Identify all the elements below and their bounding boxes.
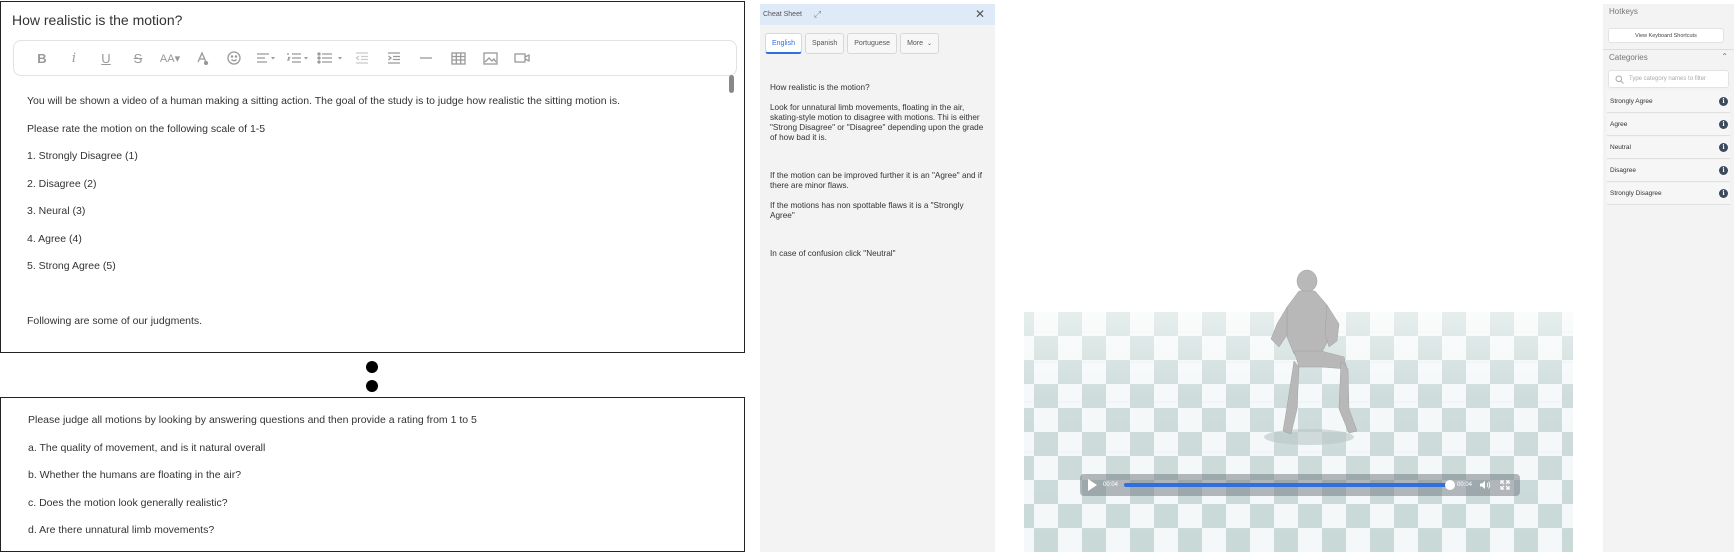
chevron-down-icon: ⌄ [927,41,933,47]
editor-content[interactable]: You will be shown a video of a human mak… [27,95,717,344]
underline-icon[interactable]: U [90,45,122,71]
cheat-paragraph: Look for unnatural limb movements, float… [770,103,984,142]
cheat-sheet-header: Cheat Sheet ⤢ ✕ [760,4,995,25]
outdent-icon[interactable] [346,45,378,71]
video-controls: 00:04 00:04 [1080,474,1520,496]
cheat-paragraph: If the motions has non spottable flaws i… [770,201,964,220]
category-search-input[interactable]: Type category names to filter [1608,70,1729,88]
cheat-sheet-title: Cheat Sheet [763,11,802,18]
image-icon[interactable] [474,45,506,71]
bold-icon[interactable]: B [26,45,58,71]
editor-paragraph: Following are some of our judgments. [27,315,203,327]
category-agree[interactable]: Agree i [1607,114,1730,136]
cheat-paragraph: How realistic is the motion? [770,83,870,92]
emoji-icon[interactable] [218,45,250,71]
tab-portuguese[interactable]: Portuguese [847,33,898,54]
editor-paragraph: 3. Neural (3) [27,205,86,217]
volume-icon[interactable] [1478,479,1492,491]
hotkeys-title: Hotkeys [1609,7,1638,16]
category-label: Strongly Disagree [1610,190,1662,197]
editor-toolbar: B i U S AA▾ [13,40,737,76]
progress-bar[interactable] [1124,480,1455,490]
bullet-list-icon[interactable] [314,45,346,71]
current-time: 00:04 [1103,482,1119,488]
info-icon[interactable]: i [1719,120,1728,129]
lower-paragraph: d. Are there unnatural limb movements? [28,524,215,536]
editor-title: How realistic is the motion? [12,12,183,28]
category-label: Neutral [1610,144,1631,151]
table-icon[interactable] [442,45,474,71]
align-icon[interactable] [250,45,282,71]
lower-paragraph: b. Whether the humans are floating in th… [28,469,242,481]
info-icon[interactable]: i [1719,166,1728,175]
category-strongly-agree[interactable]: Strongly Agree i [1607,91,1730,113]
category-label: Disagree [1610,167,1637,174]
editor-paragraph: 1. Strongly Disagree (1) [27,150,138,162]
duration: 00:04 [1456,482,1472,488]
indent-icon[interactable] [378,45,410,71]
strikethrough-icon[interactable]: S [122,45,154,71]
italic-icon[interactable]: i [58,45,90,71]
video-icon[interactable] [506,45,538,71]
category-label: Strongly Agree [1610,98,1653,105]
cheat-sheet-content: How realistic is the motion? Look for un… [770,83,985,269]
editor-paragraph: You will be shown a video of a human mak… [27,95,621,107]
category-strongly-disagree[interactable]: Strongly Disagree i [1607,183,1730,205]
horizontal-rule-icon[interactable] [410,45,442,71]
progress-knob[interactable] [1444,480,1455,490]
editor-paragraph: Please rate the motion on the following … [27,122,266,135]
chevron-up-icon[interactable]: ⌃ [1721,52,1728,61]
labeling-sidebar: Hotkeys View Keyboard Shortcuts Categori… [1603,4,1734,552]
info-icon[interactable]: i [1719,97,1728,106]
category-label: Agree [1610,121,1628,128]
motion-video-player[interactable]: 00:04 00:04 [1024,4,1573,552]
tab-more-label: More [907,40,924,47]
tab-english[interactable]: English [765,33,802,54]
categories-header[interactable]: Categories ⌃ [1603,49,1734,65]
expand-icon[interactable]: ⤢ [814,9,821,20]
editor-paragraph: 4. Agree (4) [27,232,82,245]
editor-paragraph: 5. Strong Agree (5) [27,260,116,272]
close-icon[interactable]: ✕ [975,7,985,21]
play-icon[interactable] [1088,479,1097,491]
fullscreen-icon[interactable] [1498,479,1512,491]
categories-title: Categories [1609,53,1648,62]
editor-scrollbar[interactable] [729,75,734,93]
instruction-editor[interactable]: How realistic is the motion? B i U S AA▾ [0,1,745,353]
cheat-paragraph: In case of confusion click "Neutral" [770,249,896,258]
info-icon[interactable]: i [1719,189,1728,198]
tab-spanish[interactable]: Spanish [804,33,845,54]
font-color-icon[interactable] [186,45,218,71]
category-list: Strongly Agree i Agree i Neutral i Disag… [1607,91,1730,206]
cheat-paragraph: If the motion can be improved further it… [770,171,982,190]
editor-blank-line [27,289,717,301]
cheat-sheet-panel: Cheat Sheet ⤢ ✕ English Spanish Portugue… [760,4,995,552]
category-neutral[interactable]: Neutral i [1607,137,1730,159]
lower-paragraph: c. Does the motion look generally realis… [28,496,228,509]
separator-dot [366,380,378,392]
info-icon[interactable]: i [1719,143,1728,152]
category-search-placeholder: Type category names to filter [1629,76,1707,82]
font-size-icon[interactable]: AA▾ [154,45,186,71]
tab-more[interactable]: More ⌄ [900,33,940,54]
human-figure [1264,269,1358,445]
lower-paragraph: Please judge all motions by looking by a… [28,414,477,426]
separator-dot [366,361,378,373]
lower-content: Please judge all motions by looking by a… [28,414,477,553]
lower-paragraph: a. The quality of movement, and is it na… [28,441,266,454]
editor-paragraph: 2. Disagree (2) [27,177,97,190]
language-tabs: English Spanish Portuguese More ⌄ [765,33,940,54]
view-keyboard-shortcuts-button[interactable]: View Keyboard Shortcuts [1608,28,1724,43]
ordered-list-icon[interactable] [282,45,314,71]
search-icon [1615,75,1624,84]
category-disagree[interactable]: Disagree i [1607,160,1730,182]
instruction-continuation[interactable]: Please judge all motions by looking by a… [0,397,745,552]
